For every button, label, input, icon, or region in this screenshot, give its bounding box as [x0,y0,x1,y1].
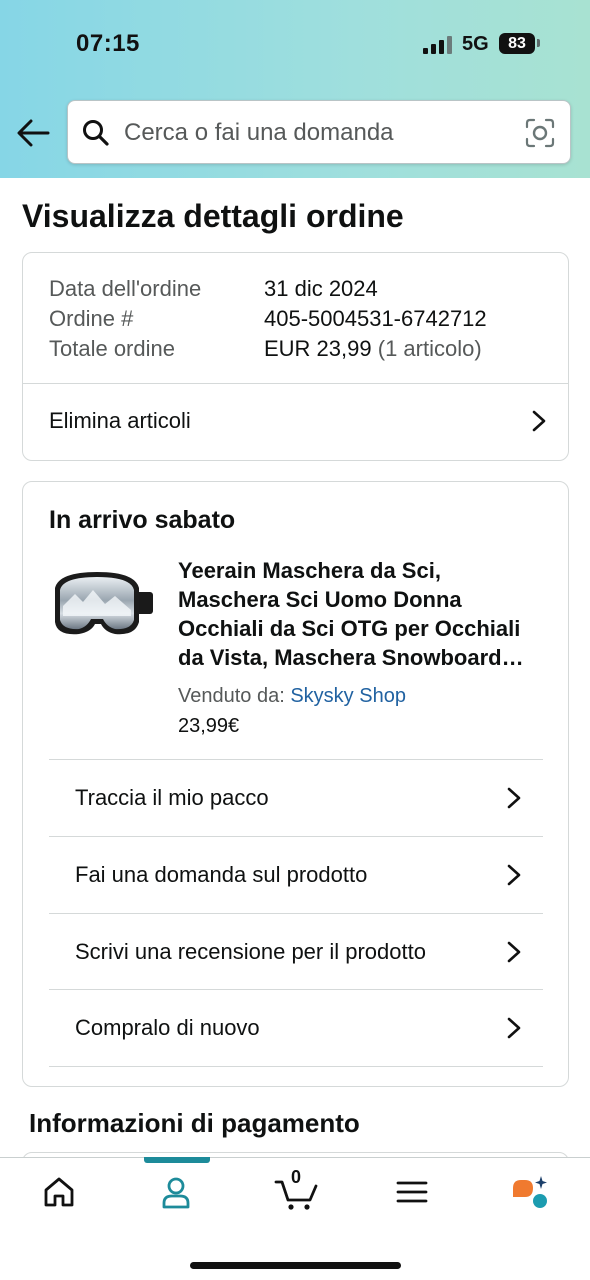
assistant-icon[interactable] [510,1172,550,1212]
track-package-label: Traccia il mio pacco [75,785,269,810]
seller-link[interactable]: Skysky Shop [290,685,406,707]
order-date-label: Data dell'ordine [49,276,202,301]
chevron-right-icon [507,941,521,963]
write-review-label: Scrivi una recensione per il prodotto [75,939,426,964]
status-time: 07:15 [76,30,140,57]
seller-info: Venduto da: Skysky Shop [178,685,406,708]
back-arrow-icon[interactable] [14,114,52,152]
home-indicator [190,1262,401,1269]
arrival-status: In arrivo sabato [49,506,236,534]
product-price: 23,99€ [178,715,240,737]
search-icon [83,120,109,146]
buy-again-label: Compralo di nuovo [75,1015,260,1040]
order-total-label: Totale ordine [49,336,175,361]
order-number-label: Ordine # [49,306,134,331]
ask-question-label: Fai una domanda sul prodotto [75,862,368,887]
search-input[interactable] [124,115,514,151]
sold-by-label: Venduto da: [178,685,285,707]
page-title: Visualizza dettagli ordine [22,198,404,234]
account-icon[interactable] [156,1172,196,1212]
cart-icon[interactable] [274,1172,320,1212]
delete-items-label: Elimina articoli [49,408,191,433]
header: 07:15 5G 83 [0,0,590,178]
search-bar[interactable] [67,100,571,164]
chevron-right-icon [507,787,521,809]
chevron-right-icon [507,1017,521,1039]
battery-icon: 83 [499,33,535,54]
product-title-link[interactable]: Yeerain Maschera da Sci, Maschera Sci Uo… [178,556,548,672]
order-total-value: EUR 23,99 (1 articolo) [264,336,482,362]
order-date-value: 31 dic 2024 [264,276,378,301]
order-item-count: (1 articolo) [377,336,482,361]
order-number-value: 405-5004531-6742712 [264,306,487,331]
product-image[interactable] [49,566,155,650]
divider [49,1066,543,1067]
bottom-tab-bar: 0 [0,1157,590,1280]
payment-section-title: Informazioni di pagamento [29,1108,360,1138]
order-total-amount: EUR 23,99 [264,336,372,361]
network-type: 5G [462,33,489,55]
chevron-right-icon [507,864,521,886]
delete-items-row[interactable]: Elimina articoli [23,384,568,460]
ask-question-row[interactable]: Fai una domanda sul prodotto [23,837,568,913]
buy-again-row[interactable]: Compralo di nuovo [23,990,568,1066]
order-summary-card: Data dell'ordine 31 dic 2024 Ordine # 40… [22,252,569,461]
track-package-row[interactable]: Traccia il mio pacco [23,760,568,836]
menu-icon[interactable] [392,1172,432,1212]
camera-scan-icon[interactable] [524,117,556,149]
shipment-card: In arrivo sabato Yeerain Maschera da Sci… [22,481,569,1087]
active-tab-indicator [144,1157,210,1163]
write-review-row[interactable]: Scrivi una recensione per il prodotto [23,914,568,990]
home-icon[interactable] [39,1172,79,1212]
signal-icon [423,34,453,54]
chevron-right-icon [532,410,546,432]
battery-tip [537,39,540,47]
